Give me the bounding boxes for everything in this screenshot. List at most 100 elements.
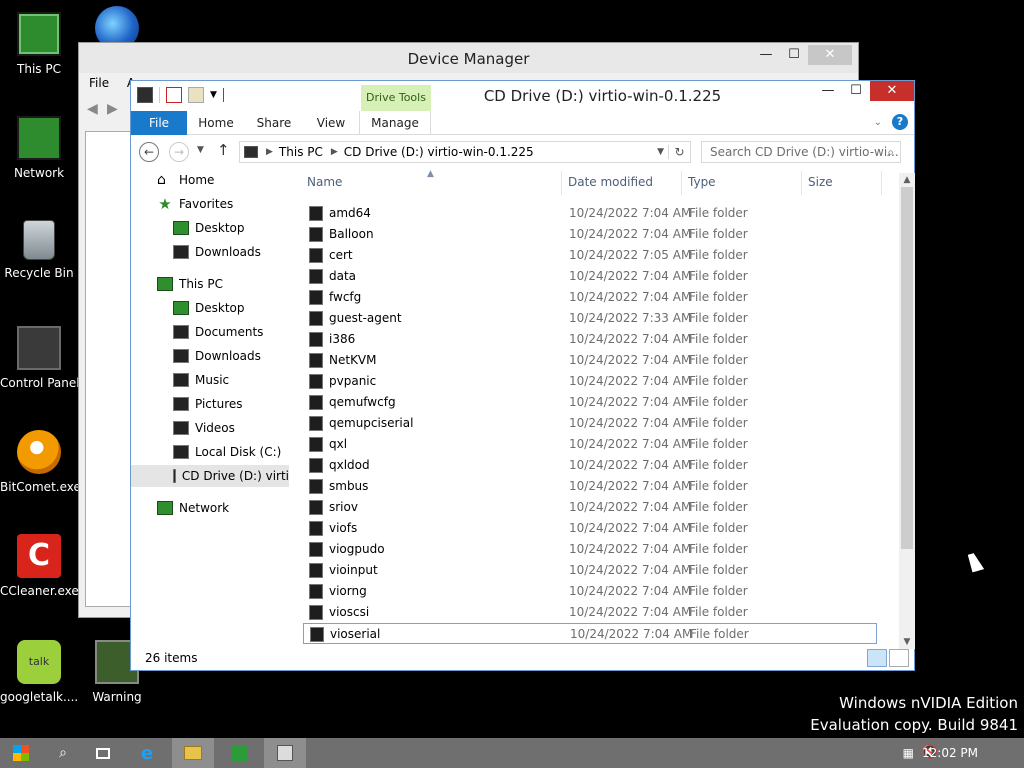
table-row[interactable]: pvpanic 10/24/2022 7:04 AM File folder	[303, 371, 877, 392]
column-header-type[interactable]: Type	[688, 175, 716, 189]
maximize-button[interactable]: ☐	[780, 45, 808, 65]
help-icon[interactable]: ?	[892, 114, 908, 130]
refresh-icon[interactable]: ↻	[668, 145, 690, 159]
table-row[interactable]: viofs 10/24/2022 7:04 AM File folder	[303, 518, 877, 539]
table-row[interactable]: qxldod 10/24/2022 7:04 AM File folder	[303, 455, 877, 476]
table-row[interactable]: vioinput 10/24/2022 7:04 AM File folder	[303, 560, 877, 581]
nav-item-network[interactable]: Network	[157, 497, 229, 519]
large-icons-view-button[interactable]	[889, 649, 909, 667]
nav-item-music[interactable]: Music	[173, 369, 229, 391]
new-folder-icon[interactable]	[188, 87, 204, 103]
details-view-button[interactable]	[867, 649, 887, 667]
nav-item-downloads[interactable]: Downloads	[173, 345, 261, 367]
table-row[interactable]: smbus 10/24/2022 7:04 AM File folder	[303, 476, 877, 497]
expand-ribbon-icon[interactable]: ⌄	[874, 117, 882, 128]
table-row[interactable]: Balloon 10/24/2022 7:04 AM File folder	[303, 224, 877, 245]
table-row[interactable]: data 10/24/2022 7:04 AM File folder	[303, 266, 877, 287]
table-row[interactable]: viogpudo 10/24/2022 7:04 AM File folder	[303, 539, 877, 560]
device-tree[interactable]	[85, 131, 131, 607]
search-icon[interactable]: ⌕	[887, 142, 894, 162]
store-button[interactable]	[218, 738, 260, 768]
nav-item-downloads[interactable]: Downloads	[173, 241, 261, 263]
table-row[interactable]: viorng 10/24/2022 7:04 AM File folder	[303, 581, 877, 602]
close-button[interactable]: ✕	[870, 81, 914, 101]
search-input[interactable]: Search CD Drive (D:) virtio-wi... ⌕	[701, 141, 901, 163]
search-button[interactable]: ⌕	[42, 738, 84, 768]
minimize-button[interactable]: —	[752, 45, 780, 65]
table-row[interactable]: i386 10/24/2022 7:04 AM File folder	[303, 329, 877, 350]
internet-explorer-button[interactable]: e	[126, 738, 168, 768]
back-button[interactable]: ←	[139, 142, 159, 162]
desktop-icon-control-panel[interactable]: Control Panel	[0, 326, 78, 390]
breadcrumb-current[interactable]: CD Drive (D:) virtio-win-0.1.225	[344, 145, 534, 159]
taskbar-clock[interactable]: 12:02 PM	[922, 738, 978, 768]
chevron-down-icon[interactable]: ▼	[657, 147, 664, 157]
nav-item-desktop[interactable]: Desktop	[173, 217, 245, 239]
back-arrow-icon[interactable]: ◀	[87, 101, 98, 117]
network-tray-icon[interactable]: ▦	[903, 746, 914, 760]
table-row[interactable]: fwcfg 10/24/2022 7:04 AM File folder	[303, 287, 877, 308]
nav-item-desktop[interactable]: Desktop	[173, 297, 245, 319]
task-view-button[interactable]	[82, 738, 124, 768]
column-divider[interactable]	[561, 171, 562, 195]
properties-icon[interactable]	[166, 87, 182, 103]
table-row[interactable]: sriov 10/24/2022 7:04 AM File folder	[303, 497, 877, 518]
breadcrumb-separator-icon[interactable]: ▶	[266, 147, 273, 157]
explorer-titlebar[interactable]: ▼ Drive Tools CD Drive (D:) virtio-win-0…	[131, 81, 914, 111]
column-header-name[interactable]: Name	[307, 175, 342, 189]
forward-button[interactable]: →	[169, 142, 189, 162]
minimize-button[interactable]: —	[814, 81, 842, 101]
breadcrumb-separator-icon[interactable]: ▶	[331, 147, 338, 157]
column-header-date[interactable]: Date modified	[568, 175, 653, 189]
nav-item-cd-drive-d-virti[interactable]: CD Drive (D:) virti	[131, 465, 289, 487]
up-arrow-icon[interactable]: ↑	[217, 141, 230, 159]
maximize-button[interactable]: ☐	[842, 81, 870, 101]
tab-share[interactable]: Share	[245, 111, 303, 135]
column-divider[interactable]	[801, 171, 802, 195]
nav-item-pictures[interactable]: Pictures	[173, 393, 243, 415]
column-divider[interactable]	[681, 171, 682, 195]
column-divider[interactable]	[881, 171, 882, 195]
device-manager-button[interactable]	[264, 738, 306, 768]
desktop-icon-ccleaner[interactable]: C CCleaner.exe	[0, 534, 78, 598]
file-explorer-button[interactable]	[172, 738, 214, 768]
start-button[interactable]	[0, 738, 42, 768]
device-manager-titlebar[interactable]: Device Manager — ☐ ✕	[79, 43, 858, 73]
scroll-up-icon[interactable]: ▲	[899, 175, 915, 185]
desktop-icon-bitcomet[interactable]: BitComet.exe	[0, 430, 78, 494]
tab-view[interactable]: View	[303, 111, 359, 135]
nav-item-home[interactable]: ⌂ Home	[157, 169, 214, 191]
tab-home[interactable]: Home	[187, 111, 245, 135]
desktop-icon-network[interactable]: Network	[0, 116, 78, 180]
tab-manage[interactable]: Manage	[359, 111, 431, 135]
nav-item-favorites[interactable]: ★ Favorites	[157, 193, 233, 215]
address-field[interactable]: ▶ This PC ▶ CD Drive (D:) virtio-win-0.1…	[239, 141, 691, 163]
table-row[interactable]: NetKVM 10/24/2022 7:04 AM File folder	[303, 350, 877, 371]
downloads-folder-icon	[173, 349, 189, 363]
tab-file[interactable]: File	[131, 111, 187, 135]
table-row[interactable]: qemupciserial 10/24/2022 7:04 AM File fold…	[303, 413, 877, 434]
table-row[interactable]: qemufwcfg 10/24/2022 7:04 AM File folder	[303, 392, 877, 413]
table-row[interactable]: qxl 10/24/2022 7:04 AM File folder	[303, 434, 877, 455]
table-row[interactable]: vioserial 10/24/2022 7:04 AM File folder	[303, 623, 877, 644]
desktop-icon-googletalk[interactable]: talk googletalk....	[0, 640, 78, 704]
nav-item-this-pc[interactable]: This PC	[157, 273, 223, 295]
forward-arrow-icon[interactable]: ▶	[107, 101, 118, 117]
table-row[interactable]: vioscsi 10/24/2022 7:04 AM File folder	[303, 602, 877, 623]
table-row[interactable]: guest-agent 10/24/2022 7:33 AM File folder	[303, 308, 877, 329]
vertical-scrollbar[interactable]: ▲ ▼	[899, 173, 915, 649]
menu-file[interactable]: File	[89, 76, 109, 90]
nav-item-documents[interactable]: Documents	[173, 321, 263, 343]
desktop-icon-recycle-bin[interactable]: Recycle Bin	[0, 220, 78, 280]
recent-locations-icon[interactable]: ▼	[197, 145, 204, 155]
scrollbar-thumb[interactable]	[901, 187, 913, 549]
table-row[interactable]: amd64 10/24/2022 7:04 AM File folder	[303, 203, 877, 224]
table-row[interactable]: cert 10/24/2022 7:05 AM File folder	[303, 245, 877, 266]
desktop-icon-this-pc[interactable]: This PC	[0, 12, 78, 76]
nav-item-videos[interactable]: Videos	[173, 417, 235, 439]
breadcrumb-this-pc[interactable]: This PC	[279, 145, 323, 159]
chevron-down-icon[interactable]: ▼	[210, 90, 217, 100]
nav-item-local-disk-c[interactable]: Local Disk (C:)	[173, 441, 281, 463]
close-button[interactable]: ✕	[808, 45, 852, 65]
column-header-size[interactable]: Size	[808, 175, 833, 189]
